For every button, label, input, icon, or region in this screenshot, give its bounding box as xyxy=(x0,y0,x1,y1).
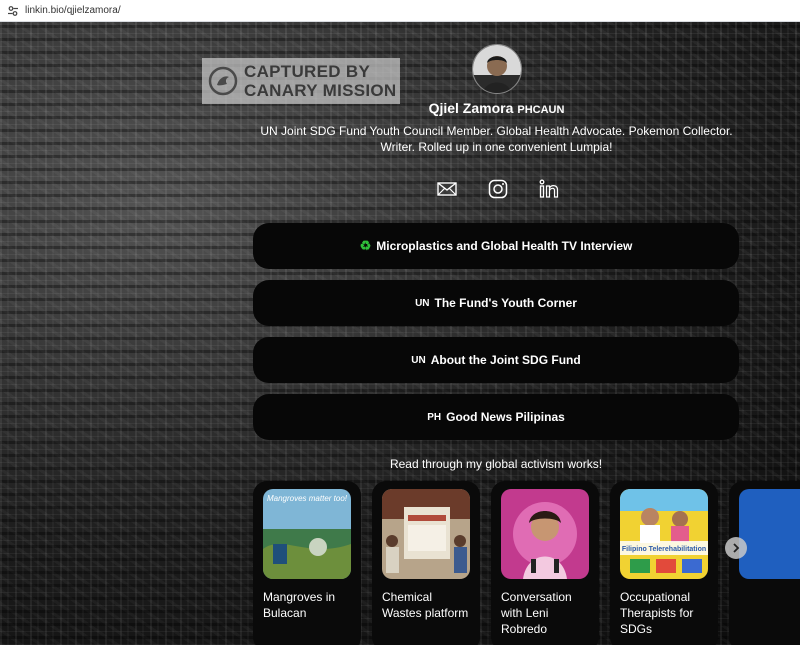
link-label: Microplastics and Global Health TV Inter… xyxy=(376,239,633,253)
thumb-text: Filipino Telerehabilitation xyxy=(622,546,706,553)
canary-mission-watermark: CAPTURED BY CANARY MISSION xyxy=(202,58,400,104)
card-thumbnail: Filipino Telerehabilitation xyxy=(620,489,708,579)
page-background: CAPTURED BY CANARY MISSION Qjiel Zamora P… xyxy=(0,22,800,645)
work-card-leni-robredo[interactable]: Conversation with Leni Robredo xyxy=(491,481,599,645)
url-text[interactable]: linkin.bio/qjielzamora/ xyxy=(25,5,121,16)
work-card-chemical-wastes[interactable]: Chemical Wastes platform xyxy=(372,481,480,645)
watermark-line2: CANARY MISSION xyxy=(244,81,397,100)
instagram-icon[interactable] xyxy=(487,178,509,200)
social-links xyxy=(436,177,560,201)
link-label: The Fund's Youth Corner xyxy=(434,296,577,310)
link-prefix: UN xyxy=(415,297,430,309)
tune-icon[interactable] xyxy=(7,5,19,17)
recycle-icon: ♻ xyxy=(359,238,372,253)
linkedin-icon[interactable] xyxy=(538,178,560,200)
email-icon[interactable] xyxy=(436,178,458,200)
canary-logo-icon xyxy=(208,66,238,96)
watermark-line1: CAPTURED BY xyxy=(244,62,371,81)
link-label: About the Joint SDG Fund xyxy=(430,353,581,367)
carousel-next-button[interactable] xyxy=(725,537,747,559)
card-title: Mangroves in Bulacan xyxy=(263,590,336,620)
profile-bio: UN Joint SDG Fund Youth Council Member. … xyxy=(260,124,733,154)
card-thumbnail xyxy=(382,489,470,579)
thumb-text: Mangroves matter too! xyxy=(267,494,348,503)
work-card-partial[interactable] xyxy=(729,481,800,645)
avatar xyxy=(472,44,522,94)
card-title: Chemical Wastes platform xyxy=(382,590,469,620)
card-thumbnail xyxy=(501,489,589,579)
profile-name-tag: PHCAUN xyxy=(517,104,565,116)
link-button-microplastics[interactable]: ♻ Microplastics and Global Health TV Int… xyxy=(253,223,739,269)
card-thumbnail: Mangroves matter too! xyxy=(263,489,351,579)
works-carousel: Mangroves matter too! Mangroves in Bulac… xyxy=(253,481,800,645)
link-button-good-news[interactable]: PH Good News Pilipinas xyxy=(253,394,739,440)
browser-address-bar[interactable]: linkin.bio/qjielzamora/ xyxy=(0,0,800,22)
card-title: Conversation with Leni Robredo xyxy=(501,590,572,636)
works-heading: Read through my global activism works! xyxy=(389,457,603,471)
work-card-occupational-therapists[interactable]: Filipino Telerehabilitation Occupational… xyxy=(610,481,718,645)
card-thumbnail xyxy=(739,489,800,579)
link-button-about-fund[interactable]: UN About the Joint SDG Fund xyxy=(253,337,739,383)
link-label: Good News Pilipinas xyxy=(446,410,565,424)
card-title: Occupational Therapists for SDGs xyxy=(620,590,694,636)
link-button-youth-corner[interactable]: UN The Fund's Youth Corner xyxy=(253,280,739,326)
avatar-image xyxy=(473,45,521,93)
profile-name: Qjiel Zamora PHCAUN xyxy=(428,100,565,116)
chevron-right-icon xyxy=(733,543,740,553)
link-prefix: UN xyxy=(411,354,426,366)
link-prefix: PH xyxy=(427,411,442,423)
work-card-mangroves[interactable]: Mangroves matter too! Mangroves in Bulac… xyxy=(253,481,361,645)
